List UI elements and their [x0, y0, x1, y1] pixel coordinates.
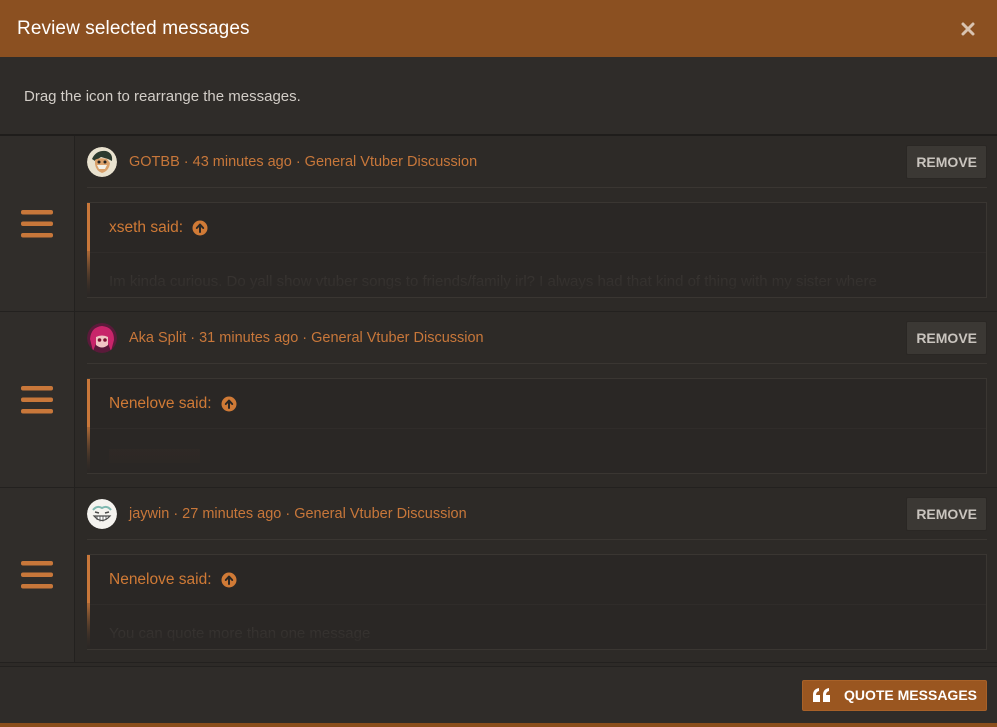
message-meta: jaywin · 27 minutes ago · General Vtuber…	[87, 488, 987, 540]
dialog-footer: QUOTE MESSAGES	[0, 666, 997, 723]
remove-button[interactable]: REMOVE	[906, 497, 987, 531]
remove-button[interactable]: REMOVE	[906, 145, 987, 179]
avatar[interactable]	[87, 146, 117, 177]
arrow-up-circle-icon[interactable]	[221, 572, 237, 588]
quote-author: xseth said:	[109, 218, 184, 236]
quote-messages-label: QUOTE MESSAGES	[843, 687, 977, 703]
message-meta-text[interactable]: Aka Split · 31 minutes ago · General Vtu…	[129, 330, 484, 346]
dialog-header: Review selected messages	[0, 0, 997, 57]
message-row: jaywin · 27 minutes ago · General Vtuber…	[0, 488, 997, 663]
quote-header[interactable]: Nenelove said:	[87, 555, 986, 605]
avatar[interactable]	[87, 498, 117, 529]
drag-handle[interactable]	[0, 312, 75, 487]
message-row: GOTBB · 43 minutes ago · General Vtuber …	[0, 136, 997, 312]
drag-handle-icon	[21, 561, 53, 589]
drag-handle[interactable]	[0, 136, 75, 311]
quote-author: Nenelove said:	[109, 570, 212, 588]
drag-handle-icon	[21, 385, 53, 413]
drag-handle[interactable]	[0, 488, 75, 662]
message-content: GOTBB · 43 minutes ago · General Vtuber …	[75, 136, 997, 311]
arrow-up-circle-icon[interactable]	[192, 220, 208, 236]
dialog-title: Review selected messages	[17, 17, 250, 39]
message-quote: Nenelove said: You can quote more than o…	[87, 554, 987, 650]
close-icon	[961, 22, 975, 35]
message-meta-text[interactable]: GOTBB · 43 minutes ago · General Vtuber …	[129, 154, 477, 170]
message-content: Aka Split · 31 minutes ago · General Vtu…	[75, 312, 997, 487]
quote-messages-button[interactable]: QUOTE MESSAGES	[801, 679, 987, 711]
quote-embedded-image	[109, 449, 200, 463]
quote-author: Nenelove said:	[109, 394, 212, 412]
dialog-instructions: Drag the icon to rearrange the messages.	[0, 57, 997, 136]
message-meta: Aka Split · 31 minutes ago · General Vtu…	[87, 312, 987, 364]
message-list: GOTBB · 43 minutes ago · General Vtuber …	[0, 136, 997, 663]
quote-header[interactable]: Nenelove said:	[87, 379, 986, 429]
message-content: jaywin · 27 minutes ago · General Vtuber…	[75, 488, 997, 662]
message-meta-text[interactable]: jaywin · 27 minutes ago · General Vtuber…	[129, 506, 467, 522]
drag-handle-icon	[21, 209, 53, 237]
quote-fade	[87, 427, 986, 473]
close-button[interactable]	[957, 18, 979, 40]
message-quote: xseth said: Im kinda curious. Do yall sh…	[87, 202, 987, 298]
message-quote: Nenelove said:	[87, 378, 987, 474]
avatar[interactable]	[87, 322, 117, 353]
quote-text: Im kinda curious. Do yall show vtuber so…	[109, 273, 877, 290]
message-meta: GOTBB · 43 minutes ago · General Vtuber …	[87, 136, 987, 188]
arrow-up-circle-icon[interactable]	[221, 396, 237, 412]
message-row: Aka Split · 31 minutes ago · General Vtu…	[0, 312, 997, 488]
quote-marks-icon	[812, 688, 830, 702]
remove-button[interactable]: REMOVE	[906, 321, 987, 355]
quote-header[interactable]: xseth said:	[87, 203, 986, 253]
review-messages-dialog: Review selected messages Drag the icon t…	[0, 0, 997, 727]
quote-text: You can quote more than one message	[109, 625, 371, 642]
